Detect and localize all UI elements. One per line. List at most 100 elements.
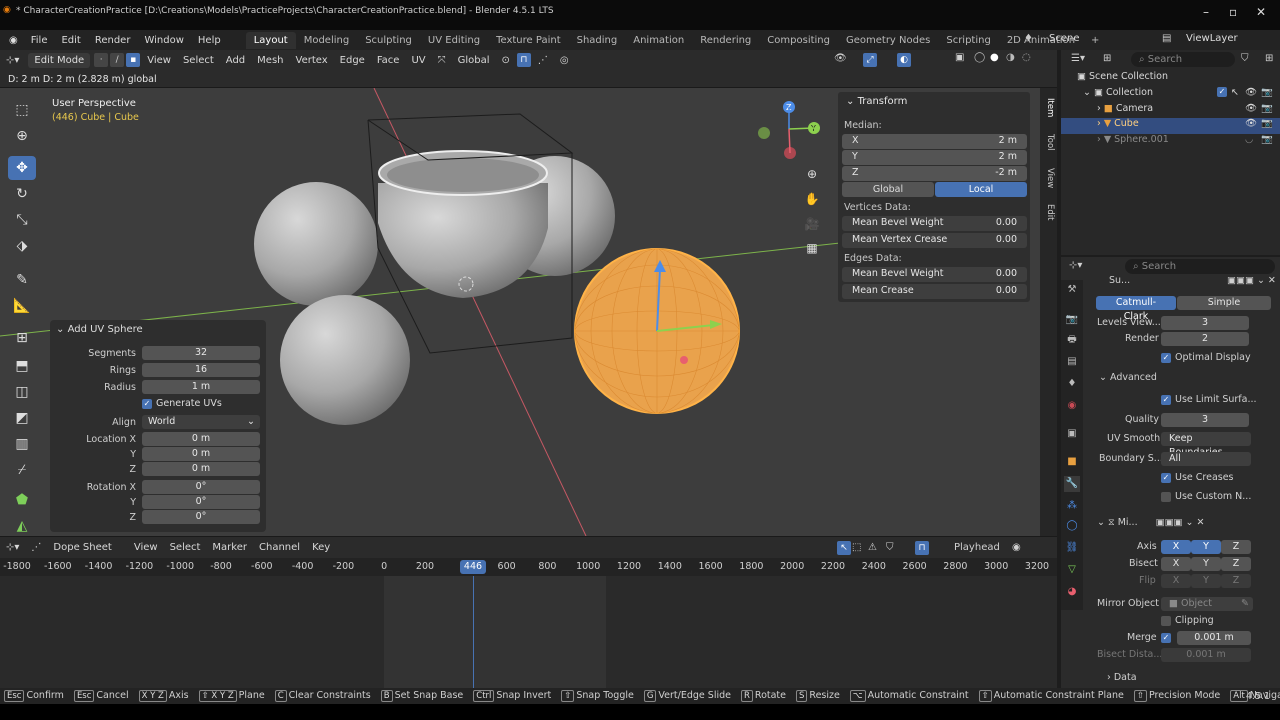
- tab-texture-paint[interactable]: Texture Paint: [488, 32, 569, 49]
- view-layer-props-icon[interactable]: ▤: [1064, 354, 1080, 370]
- shading-solid-icon[interactable]: ●: [990, 52, 999, 63]
- axis-y-toggle[interactable]: Y: [1191, 540, 1221, 554]
- median-z-field[interactable]: Z -2 m: [842, 166, 1027, 181]
- use-custom-normals-checkbox[interactable]: Use Custom N...: [1161, 491, 1251, 502]
- measure-tool-icon[interactable]: 📐: [8, 294, 36, 318]
- edge-crease-field[interactable]: Mean Crease 0.00: [842, 284, 1027, 299]
- dope-sheet-mode-dropdown[interactable]: Dope Sheet: [47, 542, 117, 553]
- vertex-crease-field[interactable]: Mean Vertex Crease 0.00: [842, 233, 1027, 248]
- vertex-select-icon[interactable]: ·: [94, 53, 109, 67]
- align-dropdown[interactable]: World ⌄: [142, 415, 260, 429]
- display-mode-icon[interactable]: ⊞: [1103, 53, 1111, 64]
- bisect-y-toggle[interactable]: Y: [1191, 557, 1221, 571]
- rotation-z-field[interactable]: 0°: [142, 510, 260, 524]
- snap-target-icon[interactable]: ⋰: [532, 55, 554, 66]
- blender-menu-icon[interactable]: ◉: [0, 35, 24, 46]
- camera-render-icon[interactable]: 📷: [1261, 134, 1273, 145]
- select-arrow-icon[interactable]: ↖: [1231, 87, 1239, 98]
- loop-cut-tool-icon[interactable]: ▥: [8, 432, 36, 456]
- location-y-field[interactable]: 0 m: [142, 447, 260, 461]
- outliner-item-camera[interactable]: › ■ Camera 👁 📷: [1061, 103, 1280, 119]
- add-cube-tool-icon[interactable]: ⊞: [8, 326, 36, 350]
- spin-tool-icon[interactable]: ◭: [8, 514, 36, 538]
- new-collection-icon[interactable]: ⊞: [1265, 53, 1273, 64]
- generate-uvs-checkbox[interactable]: ✓ Generate UVs: [142, 398, 222, 409]
- pivot-icon[interactable]: ⊙: [496, 55, 516, 66]
- cursor-tool-icon[interactable]: ⊕: [8, 124, 36, 148]
- camera-render-icon[interactable]: 📷: [1261, 87, 1273, 98]
- filter-icon[interactable]: ⛉: [1241, 53, 1249, 64]
- menu-view[interactable]: View: [141, 55, 177, 66]
- location-x-field[interactable]: 0 m: [142, 432, 260, 446]
- tab-rendering[interactable]: Rendering: [692, 32, 759, 49]
- simple-toggle[interactable]: Simple: [1177, 296, 1271, 310]
- shading-rendered-icon[interactable]: ◌: [1022, 52, 1031, 63]
- properties-search-input[interactable]: ⌕ Search: [1125, 259, 1275, 274]
- local-toggle[interactable]: Local: [935, 182, 1027, 197]
- menu-help[interactable]: Help: [191, 35, 228, 46]
- dope-menu-channel[interactable]: Channel: [253, 542, 306, 553]
- filter-icon[interactable]: ⛉: [886, 542, 894, 553]
- median-x-field[interactable]: X2 m: [842, 134, 1027, 149]
- menu-select[interactable]: Select: [177, 55, 220, 66]
- tab-edit[interactable]: Edit: [1042, 204, 1055, 220]
- clipping-checkbox[interactable]: Clipping: [1161, 615, 1214, 626]
- eye-icon[interactable]: 👁: [1245, 118, 1257, 129]
- knife-tool-icon[interactable]: ⌿: [8, 458, 36, 482]
- orientation-dropdown[interactable]: Global: [452, 55, 496, 66]
- transform-panel-title[interactable]: ⌄ Transform: [846, 96, 907, 107]
- tab-item[interactable]: Item: [1042, 98, 1055, 117]
- render-levels-field[interactable]: 2: [1161, 332, 1249, 346]
- only-errors-icon[interactable]: ⚠: [868, 542, 877, 553]
- material-props-icon[interactable]: ◕: [1064, 584, 1080, 600]
- constraints-props-icon[interactable]: ⛓: [1064, 540, 1080, 556]
- tab-animation[interactable]: Animation: [625, 32, 692, 49]
- eye-icon[interactable]: 👁: [1245, 103, 1257, 114]
- mirror-object-field[interactable]: ■ Object ✎: [1161, 597, 1253, 611]
- minimize-icon[interactable]: –: [1203, 5, 1209, 19]
- eyedropper-icon[interactable]: ✎: [1241, 597, 1249, 611]
- tab-geometry-nodes[interactable]: Geometry Nodes: [838, 32, 938, 49]
- outliner-item-sphere[interactable]: › ▼ Sphere.001 ◡ 📷: [1061, 134, 1280, 150]
- tab-modeling[interactable]: Modeling: [296, 32, 358, 49]
- rotate-tool-icon[interactable]: ↻: [8, 182, 36, 206]
- data-props-icon[interactable]: ▽: [1064, 562, 1080, 578]
- rotation-x-field[interactable]: 0°: [142, 480, 260, 494]
- axis-x-toggle[interactable]: X: [1161, 540, 1191, 554]
- use-limit-surface-checkbox[interactable]: ✓ Use Limit Surfa...: [1161, 394, 1257, 405]
- dope-menu-view[interactable]: View: [128, 542, 164, 553]
- bevel-tool-icon[interactable]: ◩: [8, 406, 36, 430]
- rings-field[interactable]: 16: [142, 363, 260, 377]
- poly-build-tool-icon[interactable]: ⬟: [8, 488, 36, 512]
- optimal-display-checkbox[interactable]: ✓ Optimal Display: [1161, 352, 1251, 363]
- playhead-dropdown[interactable]: Playhead: [954, 542, 1000, 553]
- checkmark-icon[interactable]: ✓: [1217, 87, 1227, 97]
- object-props-icon[interactable]: ■: [1064, 454, 1080, 470]
- location-z-field[interactable]: 0 m: [142, 462, 260, 476]
- camera-view-icon[interactable]: 🎥: [802, 214, 822, 234]
- scene-collection-row[interactable]: ▣ Scene Collection: [1061, 71, 1280, 87]
- only-selected-icon[interactable]: ↖: [837, 540, 851, 555]
- proportional-edit-icon[interactable]: ◎: [554, 55, 575, 66]
- data-section[interactable]: › Data: [1107, 672, 1137, 683]
- bisect-distance-field[interactable]: 0.001 m: [1161, 648, 1251, 662]
- face-select-icon[interactable]: ▪: [126, 53, 141, 67]
- inset-tool-icon[interactable]: ◫: [8, 380, 36, 404]
- mirror-modifier-header[interactable]: ⌄ ⧖ Mi... ▣▣▣ ⌄ ✕: [1097, 517, 1204, 528]
- outliner-item-cube[interactable]: › ▼ Cube 👁 📷: [1061, 118, 1280, 134]
- annotate-tool-icon[interactable]: ✎: [8, 268, 36, 292]
- merge-checkbox[interactable]: ✓: [1161, 632, 1175, 643]
- output-props-icon[interactable]: 🖶: [1064, 332, 1080, 348]
- dope-sheet-timeline[interactable]: -1800 -1600 -1400 -1200 -1000 -800 -600 -400 -20…: [0, 558, 1057, 688]
- tab-scripting[interactable]: Scripting: [938, 32, 998, 49]
- quality-field[interactable]: 3: [1161, 413, 1249, 427]
- menu-add[interactable]: Add: [220, 55, 251, 66]
- frame-ruler[interactable]: -1800 -1600 -1400 -1200 -1000 -800 -600 -400 -20…: [0, 558, 1057, 576]
- collection-row[interactable]: ⌄ ▣ Collection ✓ ↖ 👁 📷: [1061, 87, 1280, 103]
- advanced-section[interactable]: ⌄ Advanced: [1099, 372, 1157, 383]
- close-icon[interactable]: ✕: [1256, 5, 1266, 19]
- collection-props-icon[interactable]: ▣: [1064, 426, 1080, 442]
- median-y-field[interactable]: Y2 m: [842, 150, 1027, 165]
- global-toggle[interactable]: Global: [842, 182, 934, 197]
- camera-render-icon[interactable]: 📷: [1261, 118, 1273, 129]
